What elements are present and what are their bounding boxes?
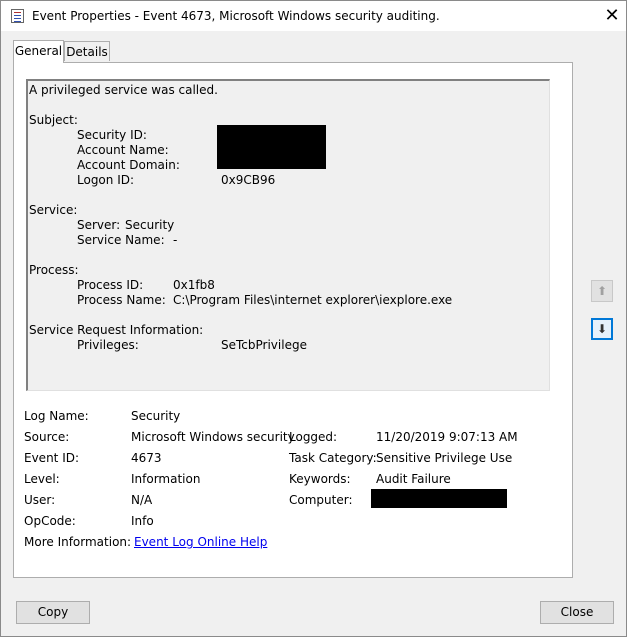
keywords-label: Keywords: <box>289 472 351 486</box>
event-log-online-help-link[interactable]: Event Log Online Help <box>134 535 267 549</box>
title-bar: Event Properties - Event 4673, Microsoft… <box>1 1 626 31</box>
source-value: Microsoft Windows security <box>131 430 295 444</box>
process-name-label: Process Name: <box>77 293 166 307</box>
server-value: Security <box>125 218 175 232</box>
log-name-label: Log Name: <box>24 409 89 423</box>
level-value: Information <box>131 472 201 486</box>
process-header: Process: <box>29 263 79 277</box>
service-header: Service: <box>29 203 78 217</box>
log-name-value: Security <box>131 409 181 423</box>
user-label: User: <box>24 493 56 507</box>
process-name-value: C:\Program Files\internet explorer\iexpl… <box>173 293 453 307</box>
event-summary: A privileged service was called. <box>29 83 218 97</box>
copy-button[interactable]: Copy <box>16 601 90 624</box>
redacted-computer-value <box>371 489 507 508</box>
process-id-value: 0x1fb8 <box>173 278 215 292</box>
next-event-button[interactable]: ⬇ <box>591 318 613 340</box>
source-label: Source: <box>24 430 70 444</box>
event-id-value: 4673 <box>131 451 162 465</box>
privileges-value: SeTcbPrivilege <box>221 338 307 352</box>
arrow-down-icon: ⬇ <box>596 322 608 336</box>
computer-label: Computer: <box>289 493 353 507</box>
privileges-label: Privileges: <box>77 338 139 352</box>
window-title: Event Properties - Event 4673, Microsoft… <box>32 9 440 23</box>
close-button[interactable]: Close <box>540 601 614 624</box>
service-request-header: Service Request Information: <box>29 323 204 337</box>
subject-header: Subject: <box>29 113 78 127</box>
tab-details[interactable]: Details <box>64 41 110 61</box>
level-label: Level: <box>24 472 60 486</box>
task-category-value: Sensitive Privilege Use <box>376 451 513 465</box>
logged-value: 11/20/2019 9:07:13 AM <box>376 430 518 444</box>
redacted-subject-block <box>217 125 326 169</box>
security-id-label: Security ID: <box>77 128 147 142</box>
arrow-up-icon: ⬆ <box>596 284 608 298</box>
close-window-button[interactable]: ✕ <box>601 4 623 28</box>
user-value: N/A <box>131 493 153 507</box>
tab-general[interactable]: General <box>13 40 64 63</box>
opcode-value: Info <box>131 514 154 528</box>
more-information-label: More Information: <box>24 535 132 549</box>
logged-label: Logged: <box>289 430 338 444</box>
event-properties-window: Event Properties - Event 4673, Microsoft… <box>0 0 627 637</box>
logon-id-value: 0x9CB96 <box>221 173 276 187</box>
server-label: Server: <box>77 218 121 232</box>
account-domain-label: Account Domain: <box>77 158 180 172</box>
event-id-label: Event ID: <box>24 451 80 465</box>
process-id-label: Process ID: <box>77 278 144 292</box>
keywords-value: Audit Failure <box>376 472 451 486</box>
service-name-value: - <box>173 233 178 247</box>
event-viewer-icon <box>11 9 24 23</box>
service-name-label: Service Name: <box>77 233 165 247</box>
previous-event-button[interactable]: ⬆ <box>591 280 613 302</box>
opcode-label: OpCode: <box>24 514 76 528</box>
task-category-label: Task Category: <box>289 451 377 465</box>
account-name-label: Account Name: <box>77 143 169 157</box>
logon-id-label: Logon ID: <box>77 173 135 187</box>
